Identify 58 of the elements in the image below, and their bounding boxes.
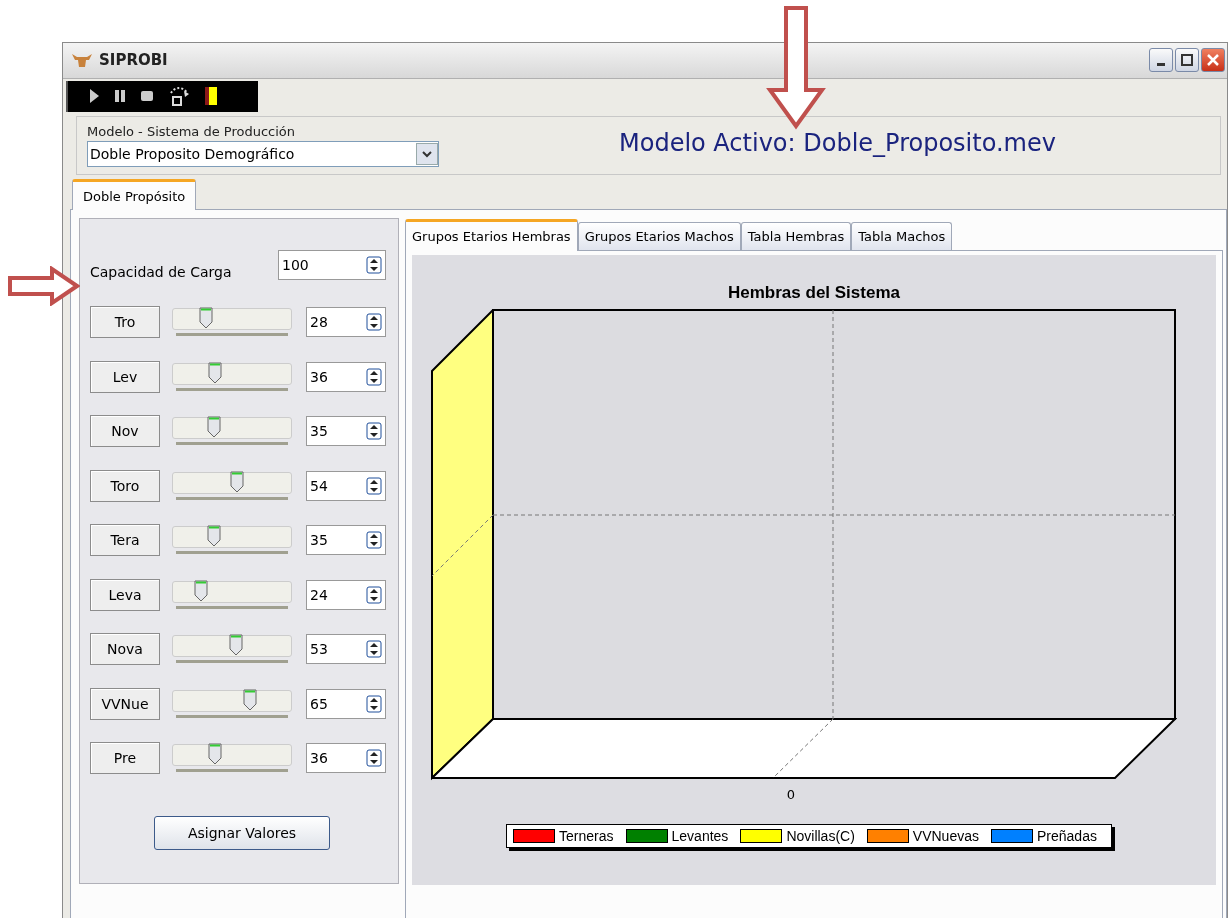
door-exit-icon[interactable] <box>204 86 218 107</box>
slider-thumb[interactable] <box>243 688 257 711</box>
slider-thumb[interactable] <box>207 525 221 548</box>
category-button[interactable]: Nova <box>90 633 160 666</box>
value-spinner[interactable]: 54 <box>306 470 386 501</box>
slider-thumb[interactable] <box>193 579 208 602</box>
capacity-label: Capacidad de Carga <box>90 264 233 280</box>
window-title: SIPROBI <box>99 51 168 70</box>
slider-thumb[interactable] <box>228 634 243 657</box>
category-button[interactable]: Lev <box>90 360 160 393</box>
legend-label: Terneras <box>559 828 614 844</box>
stop-icon[interactable] <box>140 90 154 103</box>
assign-values-button[interactable]: Asignar Valores <box>154 815 330 850</box>
legend-label: Levantes <box>671 828 729 844</box>
tab[interactable]: Grupos Etarios Machos <box>577 222 741 250</box>
legend-label: Preñadas <box>1037 828 1097 844</box>
category-button[interactable]: Pre <box>90 742 160 775</box>
category-button[interactable]: Leva <box>90 578 160 611</box>
value-spinner[interactable]: 36 <box>306 743 386 774</box>
tab[interactable]: Grupos Etarios Hembras <box>405 219 578 251</box>
model-dropdown[interactable]: Doble Proposito Demográfico <box>87 141 439 168</box>
tab[interactable]: Doble Propósito <box>72 179 197 210</box>
cow-icon <box>71 51 93 70</box>
minimize-icon <box>1157 62 1165 66</box>
close-icon <box>1206 53 1220 68</box>
slider-thumb[interactable] <box>207 416 221 439</box>
slider-thumb[interactable] <box>208 743 223 766</box>
category-button[interactable]: Nov <box>90 415 160 448</box>
value-spinner[interactable]: 35 <box>306 416 386 447</box>
maximize-button[interactable] <box>1175 48 1199 73</box>
capacity-spinner[interactable]: 100 <box>278 250 386 280</box>
value-spinner[interactable]: 24 <box>306 579 386 610</box>
slider-thumb[interactable] <box>208 361 223 384</box>
play-icon[interactable] <box>88 88 100 105</box>
close-button[interactable] <box>1201 48 1225 73</box>
tab[interactable]: Tabla Machos <box>851 222 953 250</box>
value-spinner[interactable]: 53 <box>306 634 386 665</box>
category-button[interactable]: Toro <box>90 469 160 502</box>
restart-icon[interactable] <box>168 85 190 108</box>
minimize-button[interactable] <box>1149 48 1173 73</box>
axis-tick-label: 0 <box>786 787 796 802</box>
legend-label: Novillas(C) <box>786 828 855 844</box>
value-spinner[interactable]: 28 <box>306 307 386 338</box>
chart-title: Hembras del Sistema <box>728 283 900 303</box>
model-label: Modelo - Sistema de Producción <box>87 124 297 140</box>
pause-icon[interactable] <box>114 89 126 104</box>
active-model-text: Modelo Activo: Doble_Proposito.mev <box>619 128 1056 157</box>
value-spinner[interactable]: 36 <box>306 361 386 392</box>
maximize-icon <box>1181 54 1193 67</box>
value-spinner[interactable]: 65 <box>306 688 386 719</box>
slider-thumb[interactable] <box>198 307 213 330</box>
slider-thumb[interactable] <box>229 470 244 493</box>
category-button[interactable]: Tera <box>90 524 160 557</box>
tab[interactable]: Tabla Hembras <box>740 222 852 250</box>
category-button[interactable]: VVNue <box>90 687 160 720</box>
legend-label: VVNuevas <box>912 828 979 844</box>
category-button[interactable]: Tro <box>90 306 160 339</box>
value-spinner[interactable]: 35 <box>306 525 386 556</box>
